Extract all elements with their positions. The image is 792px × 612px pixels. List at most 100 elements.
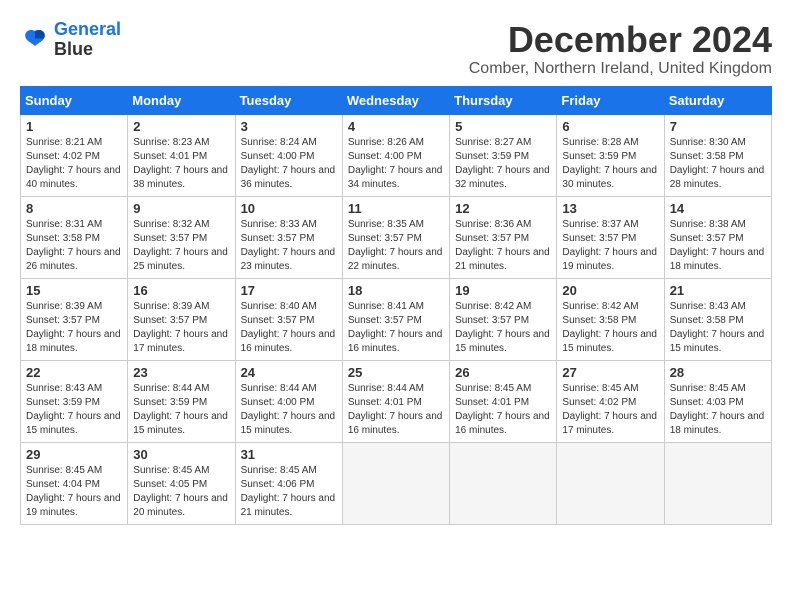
day-info: Sunrise: 8:21 AM Sunset: 4:02 PM Dayligh… xyxy=(26,136,122,192)
sunrise-label: Sunrise: 8:45 AM xyxy=(241,465,317,476)
sunset-label: Sunset: 3:58 PM xyxy=(26,233,100,244)
day-info: Sunrise: 8:45 AM Sunset: 4:05 PM Dayligh… xyxy=(133,464,229,520)
table-row: 16 Sunrise: 8:39 AM Sunset: 3:57 PM Dayl… xyxy=(128,278,235,360)
sunset-label: Sunset: 4:01 PM xyxy=(455,397,529,408)
day-info: Sunrise: 8:24 AM Sunset: 4:00 PM Dayligh… xyxy=(241,136,337,192)
daylight-label: Daylight: 7 hours and 15 minutes. xyxy=(455,329,550,354)
table-row: 31 Sunrise: 8:45 AM Sunset: 4:06 PM Dayl… xyxy=(235,442,342,524)
day-number: 10 xyxy=(241,201,337,216)
day-info: Sunrise: 8:31 AM Sunset: 3:58 PM Dayligh… xyxy=(26,218,122,274)
day-number: 20 xyxy=(562,283,658,298)
table-row: 1 Sunrise: 8:21 AM Sunset: 4:02 PM Dayli… xyxy=(21,114,128,196)
daylight-label: Daylight: 7 hours and 15 minutes. xyxy=(670,329,765,354)
sunrise-label: Sunrise: 8:39 AM xyxy=(26,301,102,312)
day-number: 4 xyxy=(348,119,444,134)
day-number: 29 xyxy=(26,447,122,462)
day-info: Sunrise: 8:26 AM Sunset: 4:00 PM Dayligh… xyxy=(348,136,444,192)
calendar-week-row: 8 Sunrise: 8:31 AM Sunset: 3:58 PM Dayli… xyxy=(21,196,772,278)
table-row: 27 Sunrise: 8:45 AM Sunset: 4:02 PM Dayl… xyxy=(557,360,664,442)
day-info: Sunrise: 8:44 AM Sunset: 3:59 PM Dayligh… xyxy=(133,382,229,438)
col-sunday: Sunday xyxy=(21,86,128,114)
day-info: Sunrise: 8:45 AM Sunset: 4:02 PM Dayligh… xyxy=(562,382,658,438)
day-info: Sunrise: 8:42 AM Sunset: 3:58 PM Dayligh… xyxy=(562,300,658,356)
day-info: Sunrise: 8:42 AM Sunset: 3:57 PM Dayligh… xyxy=(455,300,551,356)
table-row: 18 Sunrise: 8:41 AM Sunset: 3:57 PM Dayl… xyxy=(342,278,449,360)
day-number: 22 xyxy=(26,365,122,380)
sunrise-label: Sunrise: 8:42 AM xyxy=(562,301,638,312)
sunset-label: Sunset: 3:57 PM xyxy=(455,233,529,244)
day-info: Sunrise: 8:45 AM Sunset: 4:01 PM Dayligh… xyxy=(455,382,551,438)
table-row: 29 Sunrise: 8:45 AM Sunset: 4:04 PM Dayl… xyxy=(21,442,128,524)
sunrise-label: Sunrise: 8:26 AM xyxy=(348,137,424,148)
sunrise-label: Sunrise: 8:45 AM xyxy=(562,383,638,394)
sunset-label: Sunset: 3:57 PM xyxy=(348,315,422,326)
daylight-label: Daylight: 7 hours and 15 minutes. xyxy=(241,411,336,436)
sunrise-label: Sunrise: 8:38 AM xyxy=(670,219,746,230)
day-number: 12 xyxy=(455,201,551,216)
daylight-label: Daylight: 7 hours and 34 minutes. xyxy=(348,165,443,190)
daylight-label: Daylight: 7 hours and 26 minutes. xyxy=(26,247,121,272)
table-row: 12 Sunrise: 8:36 AM Sunset: 3:57 PM Dayl… xyxy=(450,196,557,278)
sunset-label: Sunset: 3:57 PM xyxy=(348,233,422,244)
month-title: December 2024 xyxy=(469,20,772,60)
daylight-label: Daylight: 7 hours and 40 minutes. xyxy=(26,165,121,190)
day-number: 14 xyxy=(670,201,766,216)
day-number: 24 xyxy=(241,365,337,380)
day-info: Sunrise: 8:39 AM Sunset: 3:57 PM Dayligh… xyxy=(26,300,122,356)
day-number: 5 xyxy=(455,119,551,134)
sunset-label: Sunset: 3:58 PM xyxy=(562,315,636,326)
table-row xyxy=(342,442,449,524)
sunrise-label: Sunrise: 8:40 AM xyxy=(241,301,317,312)
sunrise-label: Sunrise: 8:21 AM xyxy=(26,137,102,148)
day-info: Sunrise: 8:45 AM Sunset: 4:06 PM Dayligh… xyxy=(241,464,337,520)
calendar-table: Sunday Monday Tuesday Wednesday Thursday… xyxy=(20,86,772,525)
sunset-label: Sunset: 3:58 PM xyxy=(670,315,744,326)
logo-line2: Blue xyxy=(54,40,121,60)
sunrise-label: Sunrise: 8:39 AM xyxy=(133,301,209,312)
calendar-header-row: Sunday Monday Tuesday Wednesday Thursday… xyxy=(21,86,772,114)
title-section: December 2024 Comber, Northern Ireland, … xyxy=(469,20,772,78)
day-number: 11 xyxy=(348,201,444,216)
daylight-label: Daylight: 7 hours and 21 minutes. xyxy=(241,493,336,518)
table-row xyxy=(664,442,771,524)
day-info: Sunrise: 8:44 AM Sunset: 4:00 PM Dayligh… xyxy=(241,382,337,438)
sunrise-label: Sunrise: 8:43 AM xyxy=(670,301,746,312)
daylight-label: Daylight: 7 hours and 16 minutes. xyxy=(348,411,443,436)
sunset-label: Sunset: 4:05 PM xyxy=(133,479,207,490)
table-row: 2 Sunrise: 8:23 AM Sunset: 4:01 PM Dayli… xyxy=(128,114,235,196)
daylight-label: Daylight: 7 hours and 19 minutes. xyxy=(562,247,657,272)
day-info: Sunrise: 8:45 AM Sunset: 4:03 PM Dayligh… xyxy=(670,382,766,438)
sunset-label: Sunset: 3:57 PM xyxy=(26,315,100,326)
sunset-label: Sunset: 3:57 PM xyxy=(562,233,636,244)
day-info: Sunrise: 8:45 AM Sunset: 4:04 PM Dayligh… xyxy=(26,464,122,520)
calendar-week-row: 29 Sunrise: 8:45 AM Sunset: 4:04 PM Dayl… xyxy=(21,442,772,524)
daylight-label: Daylight: 7 hours and 21 minutes. xyxy=(455,247,550,272)
table-row: 11 Sunrise: 8:35 AM Sunset: 3:57 PM Dayl… xyxy=(342,196,449,278)
day-info: Sunrise: 8:38 AM Sunset: 3:57 PM Dayligh… xyxy=(670,218,766,274)
sunrise-label: Sunrise: 8:27 AM xyxy=(455,137,531,148)
day-number: 7 xyxy=(670,119,766,134)
daylight-label: Daylight: 7 hours and 25 minutes. xyxy=(133,247,228,272)
sunset-label: Sunset: 3:59 PM xyxy=(455,151,529,162)
sunrise-label: Sunrise: 8:31 AM xyxy=(26,219,102,230)
table-row: 25 Sunrise: 8:44 AM Sunset: 4:01 PM Dayl… xyxy=(342,360,449,442)
day-number: 2 xyxy=(133,119,229,134)
col-saturday: Saturday xyxy=(664,86,771,114)
day-info: Sunrise: 8:28 AM Sunset: 3:59 PM Dayligh… xyxy=(562,136,658,192)
location: Comber, Northern Ireland, United Kingdom xyxy=(469,60,772,78)
table-row: 20 Sunrise: 8:42 AM Sunset: 3:58 PM Dayl… xyxy=(557,278,664,360)
logo-bird-icon xyxy=(20,25,50,55)
daylight-label: Daylight: 7 hours and 28 minutes. xyxy=(670,165,765,190)
table-row: 14 Sunrise: 8:38 AM Sunset: 3:57 PM Dayl… xyxy=(664,196,771,278)
daylight-label: Daylight: 7 hours and 16 minutes. xyxy=(348,329,443,354)
daylight-label: Daylight: 7 hours and 30 minutes. xyxy=(562,165,657,190)
table-row: 3 Sunrise: 8:24 AM Sunset: 4:00 PM Dayli… xyxy=(235,114,342,196)
daylight-label: Daylight: 7 hours and 32 minutes. xyxy=(455,165,550,190)
daylight-label: Daylight: 7 hours and 16 minutes. xyxy=(241,329,336,354)
sunset-label: Sunset: 3:57 PM xyxy=(133,233,207,244)
day-info: Sunrise: 8:23 AM Sunset: 4:01 PM Dayligh… xyxy=(133,136,229,192)
daylight-label: Daylight: 7 hours and 22 minutes. xyxy=(348,247,443,272)
col-tuesday: Tuesday xyxy=(235,86,342,114)
calendar-week-row: 22 Sunrise: 8:43 AM Sunset: 3:59 PM Dayl… xyxy=(21,360,772,442)
daylight-label: Daylight: 7 hours and 15 minutes. xyxy=(562,329,657,354)
